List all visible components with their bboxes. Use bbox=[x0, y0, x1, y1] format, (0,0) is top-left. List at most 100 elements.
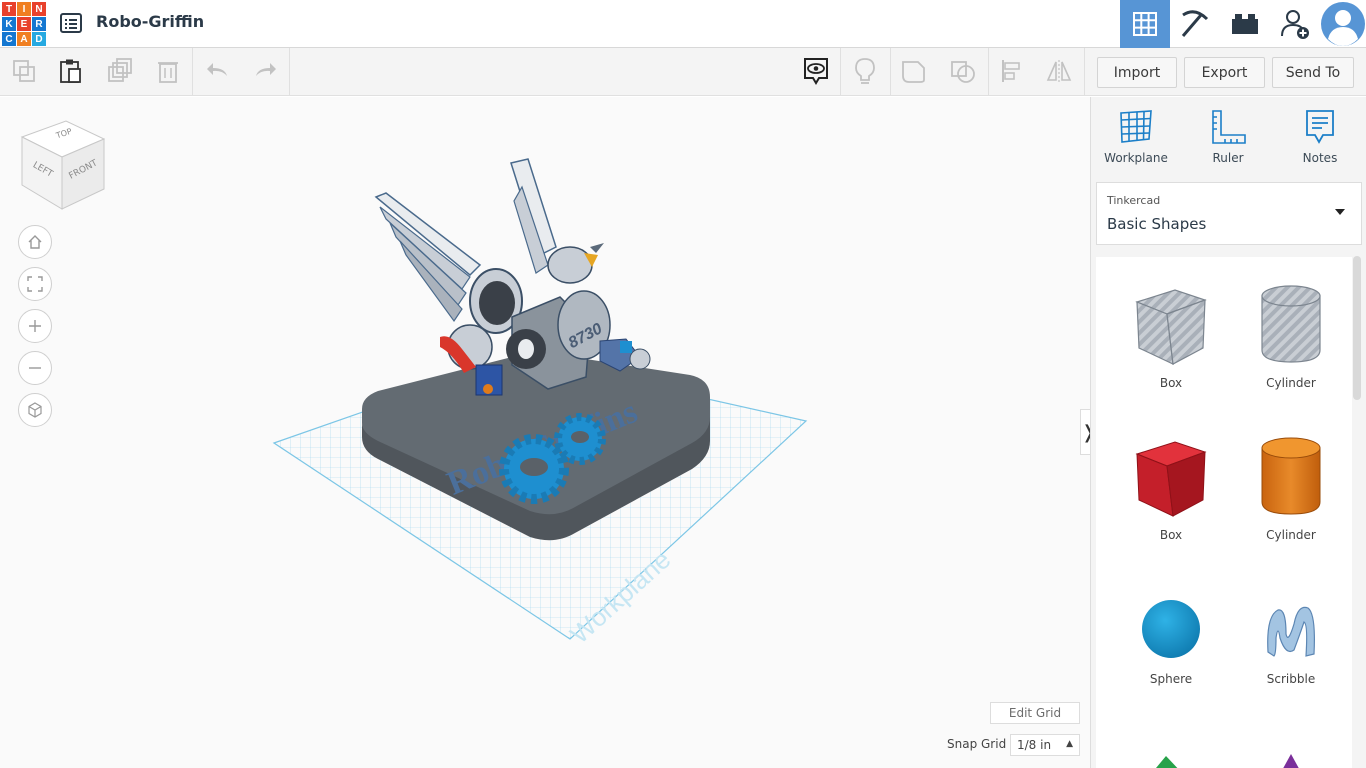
mirror-icon bbox=[1046, 60, 1072, 82]
logo-letter: R bbox=[32, 17, 46, 31]
add-user-icon bbox=[1281, 10, 1309, 39]
shape-roof-partial[interactable] bbox=[1141, 754, 1191, 768]
notes-tool-label: Notes bbox=[1302, 151, 1338, 165]
shape-library-select[interactable]: Tinkercad Basic Shapes bbox=[1096, 182, 1362, 245]
shape-label: Cylinder bbox=[1266, 528, 1316, 542]
shape-label: Box bbox=[1159, 376, 1183, 390]
library-name-label: Basic Shapes bbox=[1107, 215, 1207, 233]
blocks-view-button[interactable] bbox=[1170, 0, 1220, 48]
3d-design-view-button[interactable] bbox=[1120, 0, 1170, 48]
avatar-icon bbox=[1321, 2, 1365, 46]
shape-scribble[interactable]: Scribble bbox=[1236, 594, 1346, 686]
shape-label: Sphere bbox=[1149, 672, 1193, 686]
group-button[interactable] bbox=[899, 56, 929, 86]
sphere-icon bbox=[1142, 600, 1200, 658]
import-button[interactable]: Import bbox=[1097, 57, 1177, 88]
griffin-wing-right[interactable] bbox=[510, 158, 557, 274]
undo-button[interactable] bbox=[203, 56, 233, 86]
gear-small[interactable] bbox=[554, 413, 606, 465]
align-icon bbox=[1002, 60, 1020, 82]
notes-icon bbox=[1306, 110, 1334, 144]
panel-scrollbar[interactable] bbox=[1353, 256, 1361, 400]
snap-grid-value: 1/8 in bbox=[1017, 738, 1052, 752]
user-avatar[interactable] bbox=[1320, 0, 1366, 48]
hint-button[interactable] bbox=[850, 56, 880, 86]
shape-pyramid-partial[interactable] bbox=[1266, 754, 1316, 768]
logo-letter: A bbox=[17, 32, 31, 46]
3d-viewport[interactable]: TOP LEFT FRONT Workplane Robo Griffins bbox=[0, 97, 1090, 768]
logo-letter: D bbox=[32, 32, 46, 46]
logo-letter: E bbox=[17, 17, 31, 31]
workplane-tool[interactable]: Workplane bbox=[1101, 109, 1171, 165]
send-to-button[interactable]: Send To bbox=[1272, 57, 1354, 88]
logo-letter: N bbox=[32, 2, 46, 16]
box-icon bbox=[1135, 289, 1207, 366]
duplicate-button[interactable] bbox=[105, 56, 135, 86]
redo-button[interactable] bbox=[250, 56, 280, 86]
mirror-button[interactable] bbox=[1044, 56, 1074, 86]
export-button[interactable]: Export bbox=[1184, 57, 1265, 88]
grid-icon bbox=[1133, 12, 1157, 36]
shape-cylinder[interactable]: Cylinder bbox=[1236, 434, 1346, 542]
view-switcher bbox=[1120, 0, 1366, 48]
design-title[interactable]: Robo-Griffin bbox=[96, 12, 204, 31]
invite-user-button[interactable] bbox=[1270, 0, 1320, 48]
pyramid-icon bbox=[1283, 754, 1299, 768]
show-notes-button[interactable] bbox=[801, 56, 831, 86]
paste-button[interactable] bbox=[56, 56, 86, 86]
collapse-panel-button[interactable]: ❭ bbox=[1080, 409, 1090, 455]
cylinder-icon bbox=[1261, 285, 1321, 363]
copy-icon bbox=[13, 60, 35, 82]
library-source-label: Tinkercad bbox=[1107, 194, 1161, 207]
snap-grid-select[interactable]: 1/8 in ▲ bbox=[1010, 734, 1080, 756]
pickaxe-icon bbox=[1181, 10, 1209, 37]
dropdown-caret-icon bbox=[1335, 209, 1345, 215]
shape-box[interactable]: Box bbox=[1116, 434, 1226, 542]
workplane-icon bbox=[1120, 110, 1152, 143]
ungroup-button[interactable] bbox=[948, 56, 978, 86]
box-icon bbox=[1135, 441, 1207, 517]
lightbulb-icon bbox=[855, 58, 875, 84]
shape-label: Cylinder bbox=[1266, 376, 1316, 390]
shape-label: Scribble bbox=[1266, 672, 1316, 686]
edit-toolbar: Import Export Send To bbox=[0, 48, 1366, 96]
ruler-tool-label: Ruler bbox=[1212, 151, 1244, 165]
undo-icon bbox=[207, 63, 227, 76]
logo-letter: C bbox=[2, 32, 16, 46]
shape-sphere[interactable]: Sphere bbox=[1116, 594, 1226, 686]
shape-label: Box bbox=[1159, 528, 1183, 542]
caret-up-icon: ▲ bbox=[1066, 739, 1073, 749]
trash-icon bbox=[158, 62, 178, 83]
workplane-tool-label: Workplane bbox=[1104, 151, 1168, 165]
cylinder-icon bbox=[1261, 437, 1321, 515]
align-button[interactable] bbox=[997, 56, 1027, 86]
roof-icon bbox=[1156, 756, 1178, 768]
duplicate-icon bbox=[108, 58, 132, 82]
chevron-right-icon: ❭ bbox=[1081, 422, 1090, 443]
paste-icon bbox=[60, 59, 81, 83]
group-icon bbox=[902, 61, 925, 83]
ruler-tool[interactable]: Ruler bbox=[1193, 109, 1263, 165]
shapes-panel: Workplane Ruler Notes Tinkercad Basic Sh… bbox=[1090, 97, 1366, 768]
top-bar: TIN KER CAD Robo-Griffin bbox=[0, 0, 1366, 48]
brick-icon bbox=[1232, 14, 1258, 34]
ruler-icon bbox=[1212, 110, 1246, 144]
gear-large[interactable] bbox=[499, 434, 569, 504]
notes-tool[interactable]: Notes bbox=[1285, 109, 1355, 165]
bricks-view-button[interactable] bbox=[1220, 0, 1270, 48]
edit-grid-button[interactable]: Edit Grid bbox=[990, 702, 1080, 724]
logo-letter: K bbox=[2, 17, 16, 31]
tinkercad-logo[interactable]: TIN KER CAD bbox=[2, 2, 46, 46]
design-list-icon[interactable] bbox=[60, 12, 82, 34]
shape-cylinder-hole[interactable]: Cylinder bbox=[1236, 282, 1346, 390]
scribble-icon bbox=[1267, 606, 1315, 657]
snap-grid-label: Snap Grid bbox=[947, 737, 1007, 751]
logo-letter: I bbox=[17, 2, 31, 16]
redo-icon bbox=[256, 63, 276, 76]
copy-button[interactable] bbox=[9, 56, 39, 86]
workplane-scene[interactable]: Workplane Robo Griffins bbox=[0, 97, 1090, 768]
delete-button[interactable] bbox=[153, 56, 183, 86]
griffin-wing-left[interactable] bbox=[374, 192, 482, 323]
shape-box-hole[interactable]: Box bbox=[1116, 282, 1226, 390]
shapes-grid: Box Cylinder Box Cylinder Sphere Scribbl… bbox=[1096, 257, 1352, 768]
